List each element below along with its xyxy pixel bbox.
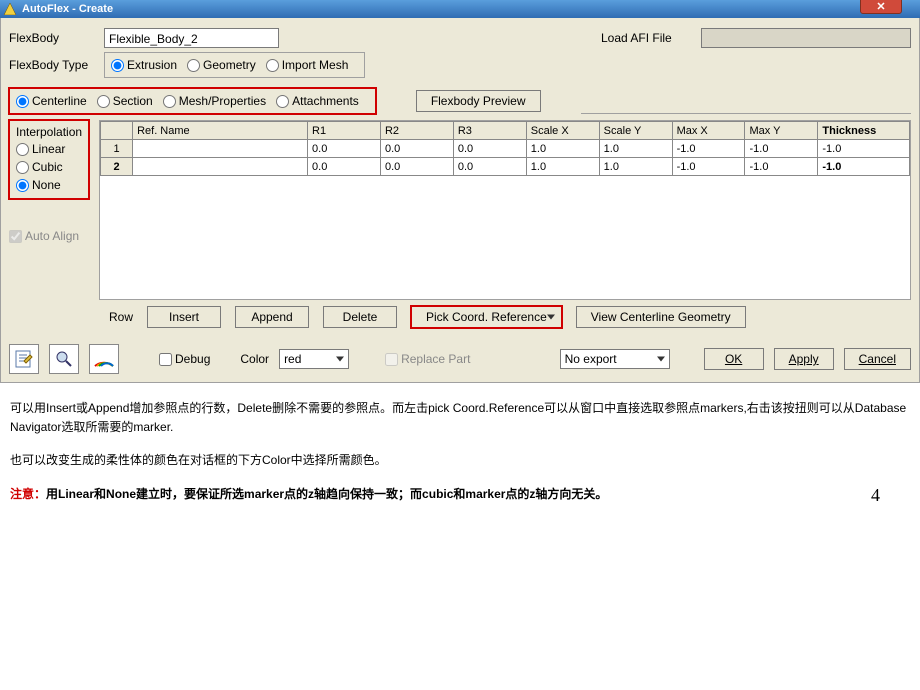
radio-extrusion[interactable]: Extrusion <box>111 58 177 72</box>
ok-button[interactable]: OK <box>704 348 764 370</box>
pick-coord-reference-button[interactable]: Pick Coord. Reference <box>411 306 562 328</box>
notes-icon[interactable] <box>9 344 39 374</box>
interpolation-label: Interpolation <box>16 125 82 139</box>
close-button[interactable] <box>860 0 902 14</box>
page-number: 4 <box>871 481 880 510</box>
replace-part-checkbox[interactable]: Replace Part <box>385 352 470 366</box>
radio-import-mesh[interactable]: Import Mesh <box>266 58 349 72</box>
radio-section[interactable]: Section <box>97 94 153 108</box>
radio-cubic[interactable]: Cubic <box>16 160 72 174</box>
radio-attachments[interactable]: Attachments <box>276 94 359 108</box>
flexbody-type-label: FlexBody Type <box>9 58 104 72</box>
radio-geometry[interactable]: Geometry <box>187 58 256 72</box>
auto-align-checkbox[interactable]: Auto Align <box>9 229 89 243</box>
delete-button[interactable]: Delete <box>323 306 397 328</box>
color-select[interactable]: red <box>279 349 349 369</box>
export-select[interactable]: No export <box>560 349 670 369</box>
color-label: Color <box>240 352 269 366</box>
paragraph-1: 可以用Insert或Append增加参照点的行数，Delete删除不需要的参照点… <box>10 399 910 437</box>
debug-checkbox[interactable]: Debug <box>159 352 210 366</box>
app-icon <box>4 3 16 15</box>
window-title: AutoFlex - Create <box>22 3 113 15</box>
radio-mesh-properties[interactable]: Mesh/Properties <box>163 94 266 108</box>
paragraph-2: 也可以改变生成的柔性体的颜色在对话框的下方Color中选择所需颜色。 <box>10 451 910 470</box>
cancel-button[interactable]: Cancel <box>844 348 911 370</box>
radio-linear[interactable]: Linear <box>16 142 72 156</box>
flexbody-name-input[interactable]: Flexible_Body_2 <box>104 28 279 48</box>
afi-file-input[interactable] <box>701 28 911 48</box>
flexbody-label: FlexBody <box>9 31 104 45</box>
apply-button[interactable]: Apply <box>774 348 834 370</box>
view-tabs-group: Centerline Section Mesh/Properties Attac… <box>9 88 376 114</box>
magnify-icon[interactable] <box>49 344 79 374</box>
radio-none[interactable]: None <box>16 178 72 192</box>
grid-row[interactable]: 1 0.00.00.01.01.0-1.0-1.0-1.0 <box>101 140 910 158</box>
grid-row[interactable]: 2 0.00.00.01.01.0-1.0-1.0-1.0 <box>101 158 910 176</box>
row-label: Row <box>109 310 133 324</box>
load-afi-label: Load AFI File <box>601 31 701 45</box>
interpolation-group: Interpolation Linear Cubic None <box>9 120 89 199</box>
grid-header-row: Ref. Name R1 R2 R3 Scale X Scale Y Max X… <box>101 122 910 140</box>
dialog-window: AutoFlex - Create FlexBody Flexible_Body… <box>0 0 920 383</box>
rainbow-icon[interactable] <box>89 344 119 374</box>
paragraph-3: 注意：用Linear和None建立时，要保证所选marker点的z轴趋向保持一致… <box>10 485 910 504</box>
radio-centerline[interactable]: Centerline <box>16 94 87 108</box>
explanation-text: 可以用Insert或Append增加参照点的行数，Delete删除不需要的参照点… <box>0 383 920 538</box>
flexbody-type-group: Extrusion Geometry Import Mesh <box>104 52 365 78</box>
reference-grid[interactable]: Ref. Name R1 R2 R3 Scale X Scale Y Max X… <box>99 120 911 300</box>
view-centerline-geometry-button[interactable]: View Centerline Geometry <box>576 306 746 328</box>
flexbody-preview-button[interactable]: Flexbody Preview <box>416 90 541 112</box>
append-button[interactable]: Append <box>235 306 309 328</box>
insert-button[interactable]: Insert <box>147 306 221 328</box>
title-bar[interactable]: AutoFlex - Create <box>0 0 920 18</box>
